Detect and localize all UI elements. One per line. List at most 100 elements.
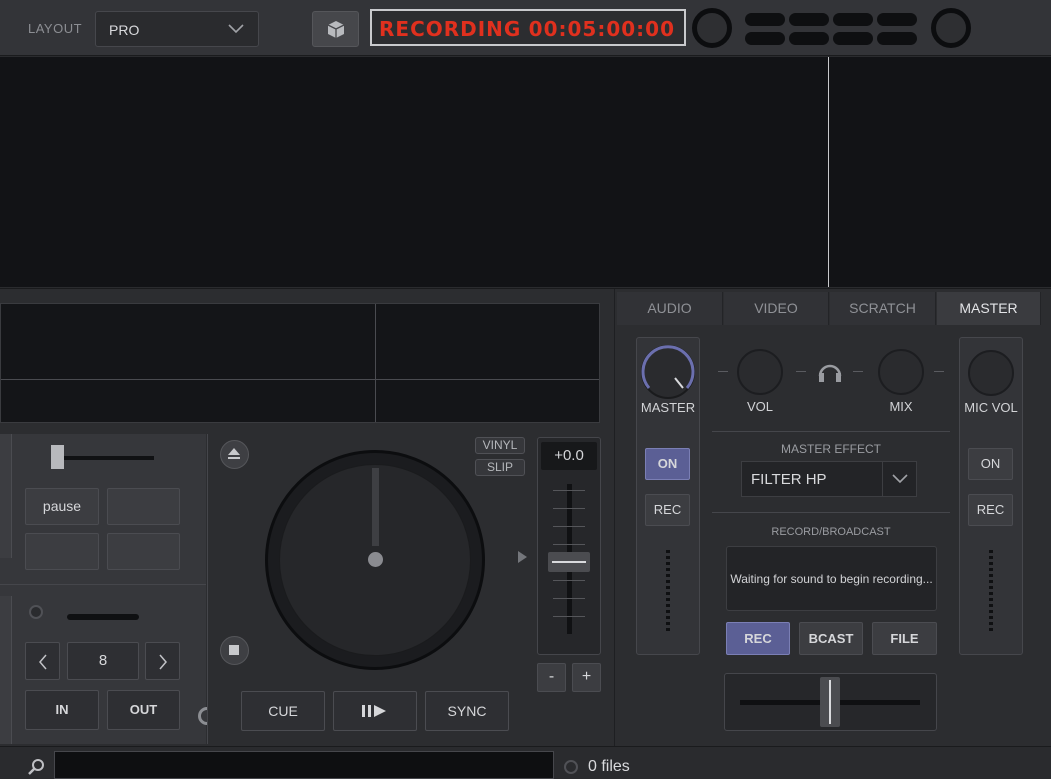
play-pause-button[interactable] [333, 691, 417, 731]
record-rec-button[interactable]: REC [726, 622, 790, 655]
pitch-plus-button[interactable]: + [572, 663, 601, 692]
master-panel: AUDIO VIDEO SCRATCH MASTER MASTER ON REC… [614, 289, 1051, 747]
master-label: MASTER [640, 400, 696, 415]
play-pause-icon [362, 705, 386, 717]
eject-button[interactable] [220, 440, 249, 469]
master-on-button[interactable]: ON [645, 448, 690, 480]
indicator-pill [877, 32, 917, 45]
divider [712, 512, 950, 513]
waveform-view[interactable] [0, 57, 1051, 287]
mix-label: MIX [889, 399, 913, 414]
pause-button[interactable]: pause [25, 488, 99, 525]
loop-indicator [67, 614, 139, 620]
deck-area: pause 8 IN OUT VINYL SLIP +0.0 - + CUE S… [0, 288, 1051, 747]
stop-icon [229, 645, 239, 655]
indicator-pill [789, 13, 829, 26]
pitch-value: +0.0 [541, 442, 597, 470]
pitch-panel: +0.0 [537, 437, 601, 655]
mic-rec-button[interactable]: REC [968, 494, 1013, 526]
indicator-pill [789, 32, 829, 45]
grid-line [375, 304, 376, 422]
recording-label: RECORDING [379, 17, 522, 41]
mic-on-button[interactable]: ON [968, 448, 1013, 480]
tab-audio[interactable]: AUDIO [617, 292, 723, 325]
play-arrow-icon [518, 551, 527, 563]
vol-label: VOL [746, 399, 773, 414]
chevron-down-icon [228, 24, 244, 34]
file-button[interactable]: FILE [872, 622, 937, 655]
mic-vol-knob[interactable] [968, 350, 1014, 396]
waveform-cursor [828, 57, 829, 287]
search-input[interactable] [54, 751, 554, 779]
indicator-pill [745, 32, 785, 45]
broadcast-button[interactable]: BCAST [799, 622, 863, 655]
jog-section: VINYL SLIP +0.0 - + CUE SYNC [207, 434, 613, 744]
loop-size-value[interactable]: 8 [67, 642, 139, 680]
deck-overview[interactable] [0, 303, 600, 423]
status-led-icon [564, 760, 578, 774]
crossfader-panel [724, 673, 937, 731]
chevron-down-icon [892, 474, 908, 484]
top-bar: LAYOUT PRO RECORDING 00:05:00:00 [0, 0, 1051, 56]
chevron-right-icon [158, 654, 167, 670]
cube-button[interactable] [312, 11, 359, 47]
left-ring-icon [692, 8, 732, 48]
effect-select-value: FILTER HP [751, 471, 827, 488]
stop-button[interactable] [220, 636, 249, 665]
layout-select[interactable]: PRO [95, 11, 259, 47]
mic-level-meter [989, 550, 993, 634]
tab-master[interactable]: MASTER [937, 292, 1041, 325]
loop-in-button[interactable]: IN [25, 690, 99, 730]
indicator-pill [745, 13, 785, 26]
record-broadcast-title: RECORD/BROADCAST [771, 526, 891, 538]
tab-scratch[interactable]: SCRATCH [830, 292, 936, 325]
slider-handle[interactable] [51, 445, 64, 469]
mix-knob[interactable] [878, 349, 924, 395]
jog-marker [372, 468, 379, 546]
master-knob[interactable] [639, 344, 697, 400]
headphones-icon [818, 364, 842, 382]
loop-out-button[interactable]: OUT [107, 690, 180, 730]
empty-pad-button[interactable] [25, 533, 99, 570]
loop-next-button[interactable] [145, 642, 180, 680]
sync-button[interactable]: SYNC [425, 691, 509, 731]
effect-select[interactable]: FILTER HP [741, 461, 917, 497]
loop-prev-button[interactable] [25, 642, 60, 680]
master-rec-button[interactable]: REC [645, 494, 690, 526]
master-column: MASTER ON REC [636, 337, 700, 655]
indicator-pill [833, 13, 873, 26]
indicator-pill [877, 13, 917, 26]
crossfader-handle[interactable] [820, 677, 840, 727]
vinyl-button[interactable]: VINYL [475, 437, 525, 454]
mic-vol-label: MIC VOL [964, 400, 1018, 415]
master-effect-title: MASTER EFFECT [780, 442, 881, 456]
search-icon [28, 759, 44, 775]
eject-icon [228, 448, 240, 459]
pitch-minus-button[interactable]: - [537, 663, 566, 692]
vol-knob[interactable] [737, 349, 783, 395]
cube-icon [327, 21, 345, 38]
jog-center [368, 552, 383, 567]
empty-pad-button[interactable] [107, 533, 180, 570]
mic-column: MIC VOL ON REC [959, 337, 1023, 655]
cue-button[interactable]: CUE [241, 691, 325, 731]
divider [712, 431, 950, 432]
grid-line [1, 379, 599, 380]
file-count: 0 files [588, 758, 630, 775]
slip-button[interactable]: SLIP [475, 459, 525, 476]
record-status-box: Waiting for sound to begin recording... [726, 546, 937, 611]
slider-track [62, 456, 154, 460]
browser-bar: 0 files [0, 746, 1051, 779]
jog-wheel[interactable] [265, 450, 485, 670]
loop-led-icon [29, 605, 43, 619]
empty-pad-button[interactable] [107, 488, 180, 525]
indicator-pill [833, 32, 873, 45]
recording-display: RECORDING 00:05:00:00 [370, 9, 686, 46]
divider [0, 584, 206, 585]
record-status-text: Waiting for sound to begin recording... [730, 572, 933, 586]
right-ring-icon [931, 8, 971, 48]
layout-label: LAYOUT [28, 21, 83, 36]
tab-video[interactable]: VIDEO [724, 292, 829, 325]
pitch-fader-handle[interactable] [548, 552, 590, 572]
chevron-left-icon [38, 654, 47, 670]
